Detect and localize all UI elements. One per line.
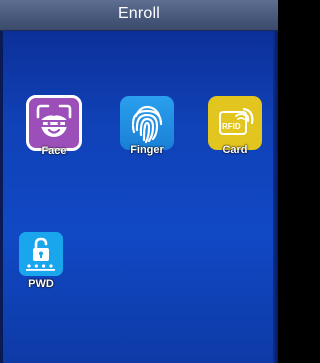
- screen-bezel-left: [0, 0, 3, 363]
- menu-item-label: Card: [222, 144, 248, 156]
- menu-item-label: Finger: [130, 144, 164, 156]
- fingerprint-icon: [120, 96, 174, 150]
- page-title: Enroll: [117, 5, 161, 22]
- menu-item-label: PWD: [28, 278, 54, 290]
- rfid-text: RFID: [222, 122, 241, 131]
- screen-bezel-right: [273, 0, 278, 363]
- menu-item-label: Face: [41, 145, 67, 157]
- menu-item-pwd[interactable]: PWD: [11, 232, 71, 290]
- password-lock-icon: [19, 232, 63, 276]
- menu-item-face[interactable]: Face: [24, 95, 84, 157]
- enroll-screen: Enroll Face Finger RFID Card PWD: [0, 0, 278, 363]
- menu-item-card[interactable]: RFID Card: [205, 96, 265, 156]
- face-scan-icon: [26, 95, 82, 151]
- title-bar: Enroll: [0, 0, 278, 31]
- rfid-card-icon: RFID: [208, 96, 262, 150]
- menu-item-finger[interactable]: Finger: [117, 96, 177, 156]
